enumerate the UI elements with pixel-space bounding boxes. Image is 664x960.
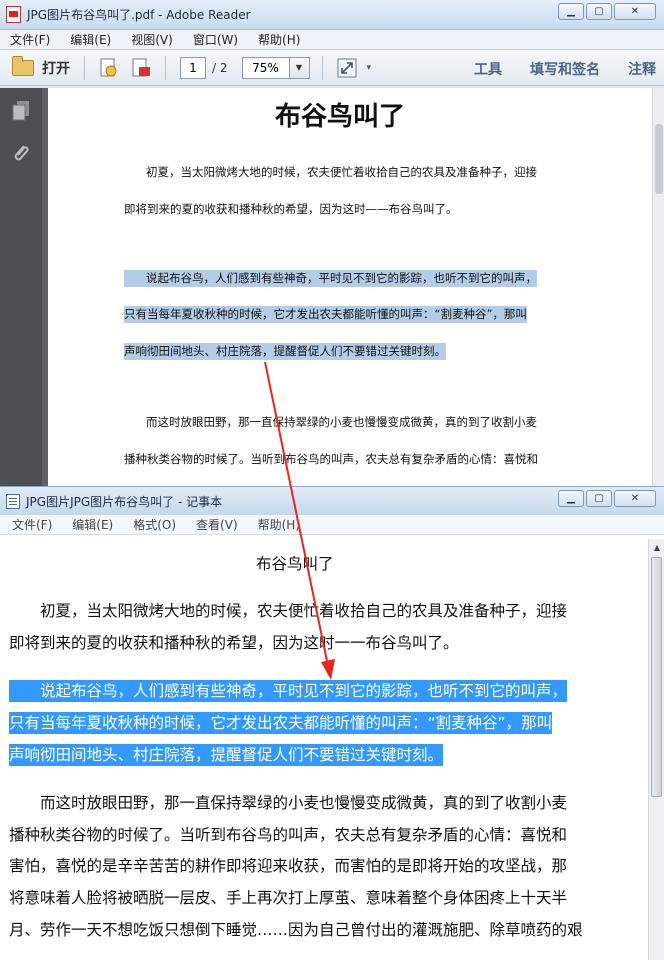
toolbar-divider bbox=[84, 55, 85, 80]
reader-toolbar: 打开 1 / 2 75% ▼ ▾ 工具 填写和签名 注释 bbox=[0, 50, 664, 86]
pdf-text-line: 初夏，当太阳微烤大地的时候，农夫便忙着收拾自己的农具及准备种子，迎接 bbox=[146, 165, 537, 179]
reader-scroll-thumb[interactable] bbox=[655, 124, 663, 194]
menu-help[interactable]: 帮助(H) bbox=[252, 516, 300, 533]
zoom-select[interactable]: 75% ▼ bbox=[241, 56, 310, 79]
open-button[interactable]: 打开 bbox=[12, 55, 70, 78]
notepad-selected-line: 说起布谷鸟，人们感到有些神奇，平时见不到它的影踪，也听不到它的叫声， bbox=[9, 680, 568, 702]
notepad-icon bbox=[6, 493, 20, 509]
minimize-button[interactable]: ▁ bbox=[558, 490, 584, 507]
notepad-text-area[interactable]: 布谷鸟叫了 初夏，当太阳微烤大地的时候，农夫便忙着收拾自己的农具及准备种子，迎接… bbox=[4, 539, 644, 960]
pdf-document-title: 布谷鸟叫了 bbox=[274, 102, 405, 132]
export-pdf-icon[interactable] bbox=[130, 57, 152, 79]
notepad-window: JPG图片JPG图片布谷鸟叫了 - 记事本 ▁ ▢ ✕ 文件(F) 编辑(E) … bbox=[0, 486, 664, 960]
notepad-text-line: 播种秋类谷物的时候了。当听到布谷鸟的叫声，农夫总有复杂矛盾的心情：喜悦和 bbox=[9, 826, 568, 844]
minimize-button[interactable]: ▁ bbox=[558, 3, 584, 20]
menu-format[interactable]: 格式(O) bbox=[127, 516, 176, 533]
pdf-page: 布谷鸟叫了 初夏，当太阳微烤大地的时候，农夫便忙着收拾自己的农具及准备种子，迎接… bbox=[48, 88, 652, 486]
menu-window[interactable]: 窗口(W) bbox=[187, 31, 238, 48]
notepad-text-line: 布谷鸟叫了 bbox=[256, 555, 334, 573]
reader-titlebar[interactable]: JPG图片布谷鸟叫了.pdf - Adobe Reader ▁ ▢ ✕ bbox=[0, 0, 664, 30]
notepad-text-line: 将意味着人脸将被晒脱一层皮、手上再次打上厚茧、意味着整个身体困疼上十天半 bbox=[9, 889, 568, 907]
toolbar-divider bbox=[321, 55, 323, 80]
notepad-text-line: 月、劳作一天不想吃饭只想倒下睡觉……因为自己曾付出的灌溉施肥、除草喷药的艰 bbox=[9, 921, 583, 939]
notepad-text-line: 初夏，当太阳微烤大地的时候，农夫便忙着收拾自己的农具及准备种子，迎接 bbox=[9, 602, 568, 620]
pdf-text-line: 即将到来的夏的收获和播种秋的希望，因为这时——布谷鸟叫了。 bbox=[124, 202, 458, 216]
tools-button[interactable]: 工具 bbox=[474, 59, 502, 79]
menu-view[interactable]: 视图(V) bbox=[125, 31, 173, 48]
open-label: 打开 bbox=[42, 60, 70, 77]
toolbar-divider bbox=[165, 55, 166, 80]
adobe-reader-window: JPG图片布谷鸟叫了.pdf - Adobe Reader ▁ ▢ ✕ 文件(F… bbox=[0, 0, 664, 486]
folder-open-icon bbox=[12, 55, 34, 76]
reader-vertical-scrollbar[interactable] bbox=[652, 88, 664, 486]
menu-help[interactable]: 帮助(H) bbox=[252, 31, 300, 48]
page-thumbnails-icon[interactable] bbox=[11, 100, 31, 122]
menu-edit[interactable]: 编辑(E) bbox=[64, 31, 111, 48]
reader-menubar: 文件(F) 编辑(E) 视图(V) 窗口(W) 帮助(H) bbox=[0, 30, 664, 50]
notepad-menubar: 文件(F) 编辑(E) 格式(O) 查看(V) 帮助(H) bbox=[0, 515, 664, 535]
menu-file[interactable]: 文件(F) bbox=[6, 516, 52, 533]
pdf-text-line: 而这时放眼田野，那一直保持翠绿的小麦也慢慢变成微黄，真的到了收割小麦 bbox=[146, 415, 537, 429]
create-pdf-icon[interactable] bbox=[98, 57, 120, 79]
notepad-scroll-thumb[interactable] bbox=[651, 557, 662, 797]
reader-window-title: JPG图片布谷鸟叫了.pdf - Adobe Reader bbox=[27, 8, 251, 22]
reader-right-panel-tabs: 工具 填写和签名 注释 bbox=[446, 59, 656, 79]
pdf-file-icon bbox=[6, 6, 21, 23]
navigation-pane bbox=[0, 88, 42, 486]
pdf-highlighted-line: 说起布谷鸟，人们感到有些神奇，平时见不到它的影踪，也听不到它的叫声， bbox=[124, 270, 537, 287]
notepad-window-title: JPG图片JPG图片布谷鸟叫了 - 记事本 bbox=[26, 494, 223, 509]
pdf-highlighted-line: 只有当每年夏收秋种的时候，它才发出农夫都能听懂的叫声：“割麦种谷”，那叫 bbox=[124, 306, 527, 323]
notepad-selected-line: 声响彻田间地头、村庄院落，提醒督促人们不要错过关键时刻。 bbox=[9, 744, 444, 766]
close-button[interactable]: ✕ bbox=[614, 490, 656, 507]
maximize-button[interactable]: ▢ bbox=[586, 3, 612, 20]
fill-sign-button[interactable]: 填写和签名 bbox=[530, 59, 600, 79]
notepad-text-line: 害怕，喜悦的是辛辛苦苦的耕作即将迎来收获，而害怕的是即将开始的攻坚战，那 bbox=[9, 857, 568, 875]
page-number-input[interactable]: 1 bbox=[180, 56, 206, 79]
menu-edit[interactable]: 编辑(E) bbox=[66, 516, 113, 533]
fit-page-icon[interactable] bbox=[336, 57, 358, 79]
menu-file[interactable]: 文件(F) bbox=[4, 31, 50, 48]
reader-caption-buttons: ▁ ▢ ✕ bbox=[558, 3, 656, 20]
toolbar-overflow-icon[interactable]: ▾ bbox=[367, 63, 372, 73]
notepad-caption-buttons: ▁ ▢ ✕ bbox=[558, 490, 656, 507]
notepad-selected-line: 只有当每年夏收秋种的时候，它才发出农夫都能听懂的叫声：“割麦种谷”，那叫 bbox=[9, 712, 553, 734]
chevron-down-icon[interactable]: ▼ bbox=[289, 56, 310, 79]
notepad-titlebar[interactable]: JPG图片JPG图片布谷鸟叫了 - 记事本 ▁ ▢ ✕ bbox=[0, 487, 664, 515]
maximize-button[interactable]: ▢ bbox=[586, 490, 612, 507]
zoom-value[interactable]: 75% bbox=[241, 56, 290, 79]
pdf-highlighted-line: 声响彻田间地头、村庄院落，提醒督促人们不要错过关键时刻。 bbox=[124, 343, 446, 360]
reader-body: 布谷鸟叫了 初夏，当太阳微烤大地的时候，农夫便忙着收拾自己的农具及准备种子，迎接… bbox=[0, 88, 664, 486]
close-button[interactable]: ✕ bbox=[614, 3, 656, 20]
comment-button[interactable]: 注释 bbox=[628, 59, 656, 79]
pdf-text-line: 播种秋类谷物的时候了。当听到布谷鸟的叫声，农夫总有复杂矛盾的心情：喜悦和 bbox=[124, 452, 538, 466]
notepad-text-line: 而这时放眼田野，那一直保持翠绿的小麦也慢慢变成微黄，真的到了收割小麦 bbox=[9, 794, 568, 812]
scroll-up-arrow-icon[interactable]: ▲ bbox=[649, 539, 664, 555]
attachments-icon[interactable] bbox=[11, 142, 31, 164]
menu-view[interactable]: 查看(V) bbox=[190, 516, 238, 533]
notepad-vertical-scrollbar[interactable]: ▲ bbox=[648, 539, 664, 960]
notepad-text-line: 即将到来的夏的收获和播种秋的希望，因为这时一一布谷鸟叫了。 bbox=[9, 634, 459, 652]
page-total: / 2 bbox=[212, 60, 228, 75]
